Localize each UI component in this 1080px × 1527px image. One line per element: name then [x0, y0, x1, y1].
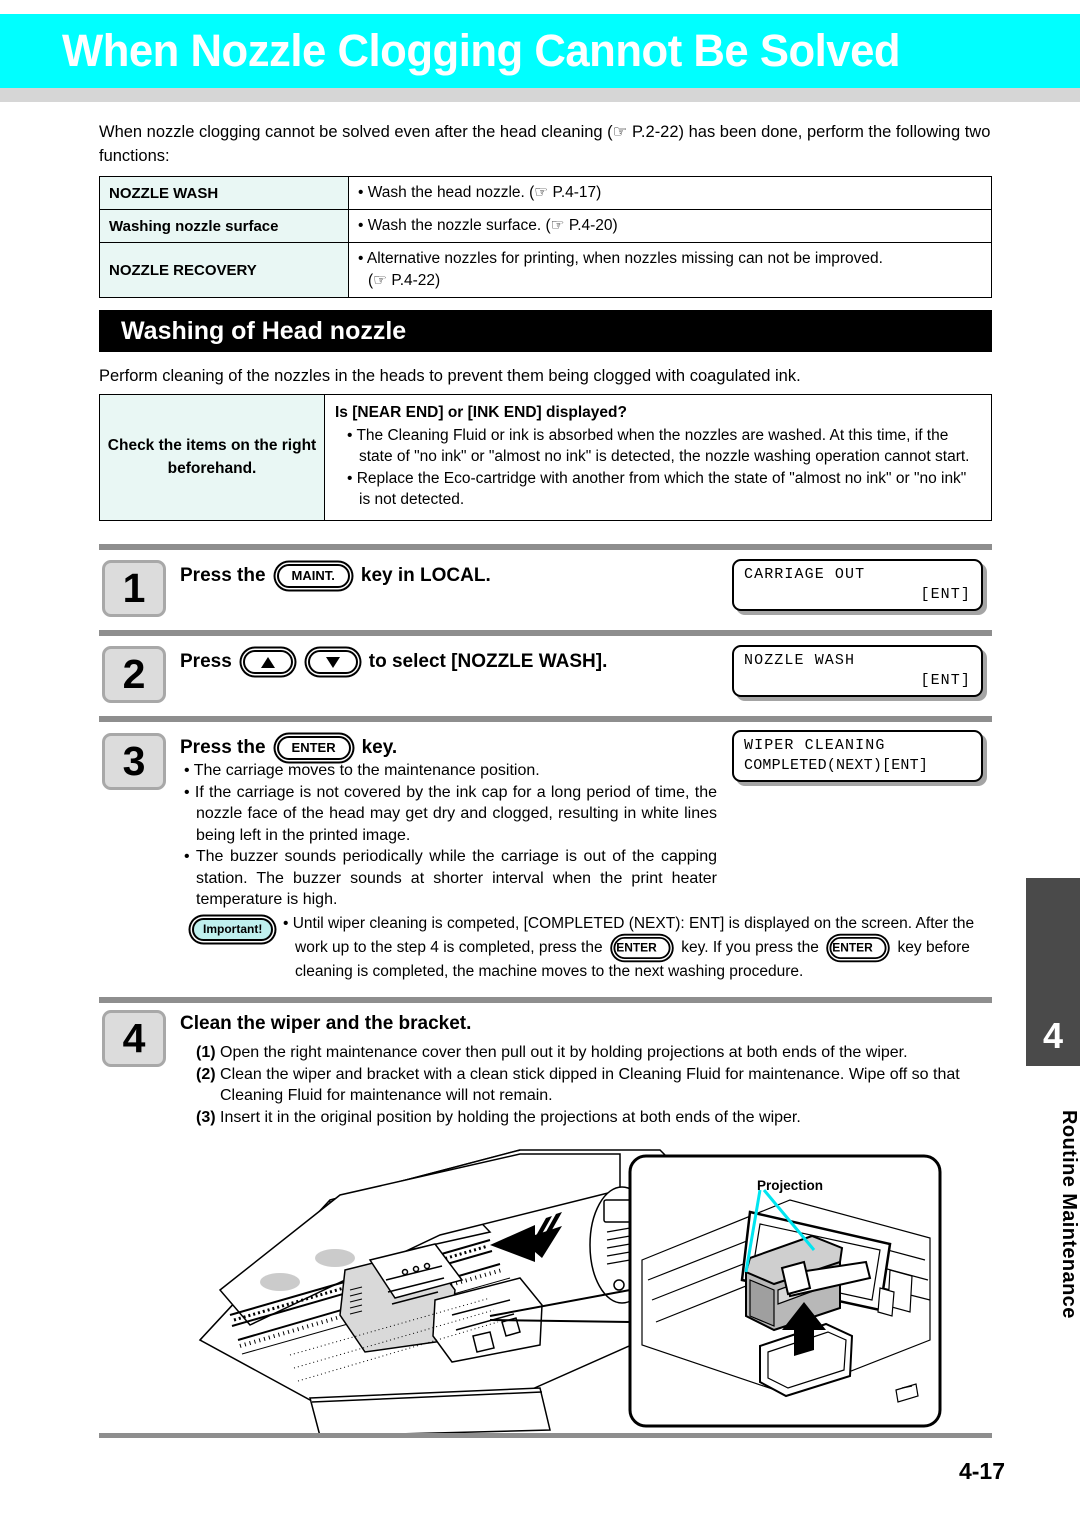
table-row: NOZZLE RECOVERY • Alternative nozzles fo…	[99, 242, 992, 298]
table-row: Washing nozzle surface • Wash the nozzle…	[99, 209, 992, 243]
table-row: NOZZLE WASH • Wash the head nozzle. (☞ P…	[99, 176, 992, 210]
step-1-text-before: Press the	[180, 565, 266, 586]
substep-number: (3)	[196, 1109, 216, 1126]
header-underbar	[0, 88, 1080, 102]
step-3-bullet: • The carriage moves to the maintenance …	[184, 762, 540, 779]
function-description: • Alternative nozzles for printing, when…	[348, 242, 992, 298]
function-desc-line: • Wash the head nozzle. (☞ P.4-17)	[358, 184, 602, 201]
page-number: 4-17	[958, 1458, 1005, 1484]
step-divider	[99, 716, 992, 722]
section-subtitle: Perform cleaning of the nozzles in the h…	[99, 367, 801, 385]
lcd-line-2: COMPLETED(NEXT)[ENT]	[744, 757, 929, 774]
page-title: When Nozzle Clogging Cannot Be Solved	[62, 25, 901, 76]
step-2-title: Press to select [NOZZLE WASH].	[180, 646, 607, 678]
enter-key-button[interactable]: ENTER	[276, 736, 351, 760]
substep-text: Clean the wiper and bracket with a clean…	[220, 1066, 960, 1104]
down-arrow-key-button[interactable]	[307, 650, 358, 674]
step-number-1: 1	[102, 560, 166, 617]
step-1-text-after: key in LOCAL.	[360, 565, 491, 586]
step-divider	[99, 630, 992, 636]
step-number-2: 2	[102, 646, 166, 703]
step-divider	[99, 997, 992, 1003]
step-2-text-after: to select [NOZZLE WASH].	[368, 651, 608, 672]
step-3-text-before: Press the	[180, 737, 266, 758]
function-desc-line: • Alternative nozzles for printing, when…	[358, 250, 883, 267]
function-desc-line: (☞ P.4-22)	[368, 272, 441, 289]
substep-item: (3) Insert it in the original position b…	[196, 1107, 993, 1128]
function-description: • Wash the head nozzle. (☞ P.4-17)	[348, 176, 992, 210]
section-heading: Washing of Head nozzle	[99, 310, 992, 352]
function-label: Washing nozzle surface	[99, 209, 349, 243]
check-question: Is [NEAR END] or [INK END] displayed?	[335, 404, 627, 421]
lcd-line-1: NOZZLE WASH	[744, 652, 856, 669]
substep-item: (1) Open the right maintenance cover the…	[196, 1042, 993, 1063]
function-label: NOZZLE RECOVERY	[99, 242, 349, 298]
substep-number: (1)	[196, 1044, 216, 1061]
maint-key-button[interactable]: MAINT.	[276, 564, 350, 588]
substep-item: (2) Clean the wiper and bracket with a c…	[196, 1064, 993, 1106]
chapter-tab-label: Routine Maintenance	[1058, 1109, 1080, 1319]
important-text-part2: key. If you press the	[681, 939, 819, 956]
step-2-text-before: Press	[180, 651, 232, 672]
function-desc-line: • Wash the nozzle surface. (☞ P.4-20)	[358, 217, 618, 234]
check-items-label: Check the items on the right beforehand.	[99, 394, 325, 521]
important-text: • Until wiper cleaning is competed, [COM…	[283, 912, 1005, 984]
footer-rule	[99, 1433, 992, 1438]
lcd-line-2: [ENT]	[920, 586, 971, 603]
check-items-table: Check the items on the right beforehand.…	[99, 394, 992, 521]
lcd-display-step-3: WIPER CLEANING COMPLETED(NEXT)[ENT]	[732, 730, 983, 782]
check-bullet: • The Cleaning Fluid or ink is absorbed …	[347, 426, 970, 466]
substep-text: Open the right maintenance cover then pu…	[220, 1044, 908, 1061]
lcd-display-step-1: CARRIAGE OUT [ENT]	[732, 559, 983, 611]
lcd-line-2: [ENT]	[920, 672, 971, 689]
lcd-display-step-2: NOZZLE WASH [ENT]	[732, 645, 983, 697]
lcd-line-1: WIPER CLEANING	[744, 737, 886, 754]
page-header-banner: When Nozzle Clogging Cannot Be Solved	[0, 14, 1080, 88]
step-4-title-text: Clean the wiper and the bracket.	[180, 1013, 472, 1034]
up-arrow-key-button[interactable]	[242, 650, 293, 674]
callout-title-projection: Projection	[756, 1178, 823, 1193]
intro-paragraph: When nozzle clogging cannot be solved ev…	[99, 123, 991, 165]
step-number-4: 4	[102, 1010, 166, 1067]
substep-number: (2)	[196, 1066, 216, 1083]
step-3-bullets: • The carriage moves to the maintenance …	[184, 760, 717, 911]
step-3-title: Press the ENTER key.	[180, 733, 397, 763]
step-1-title: Press the MAINT. key in LOCAL.	[180, 560, 491, 592]
lcd-line-1: CARRIAGE OUT	[744, 566, 866, 583]
step-4-substeps: (1) Open the right maintenance cover the…	[196, 1042, 993, 1129]
step-3-text-after: key.	[361, 737, 398, 758]
enter-key-button[interactable]: ENTER	[613, 936, 671, 960]
check-items-body: Is [NEAR END] or [INK END] displayed? • …	[324, 394, 992, 521]
function-label: NOZZLE WASH	[99, 176, 349, 210]
function-description: • Wash the nozzle surface. (☞ P.4-20)	[348, 209, 992, 243]
step-3-bullet: • If the carriage is not covered by the …	[184, 783, 717, 844]
step-number-3: 3	[102, 733, 166, 790]
step-4-title: Clean the wiper and the bracket.	[180, 1010, 471, 1038]
step-3-bullet: • The buzzer sounds periodically while t…	[184, 848, 717, 908]
substep-text: Insert it in the original position by ho…	[220, 1109, 801, 1126]
triangle-down-icon	[325, 656, 340, 668]
triangle-up-icon	[260, 656, 275, 668]
step-divider	[99, 544, 992, 550]
table-row: Check the items on the right beforehand.…	[99, 394, 992, 521]
functions-table: NOZZLE WASH • Wash the head nozzle. (☞ P…	[99, 176, 992, 298]
chapter-tab-number: 4	[1026, 878, 1080, 1066]
check-bullet: • Replace the Eco-cartridge with another…	[347, 469, 967, 509]
enter-key-button[interactable]: ENTER	[829, 936, 887, 960]
important-badge: Important!	[192, 918, 274, 941]
